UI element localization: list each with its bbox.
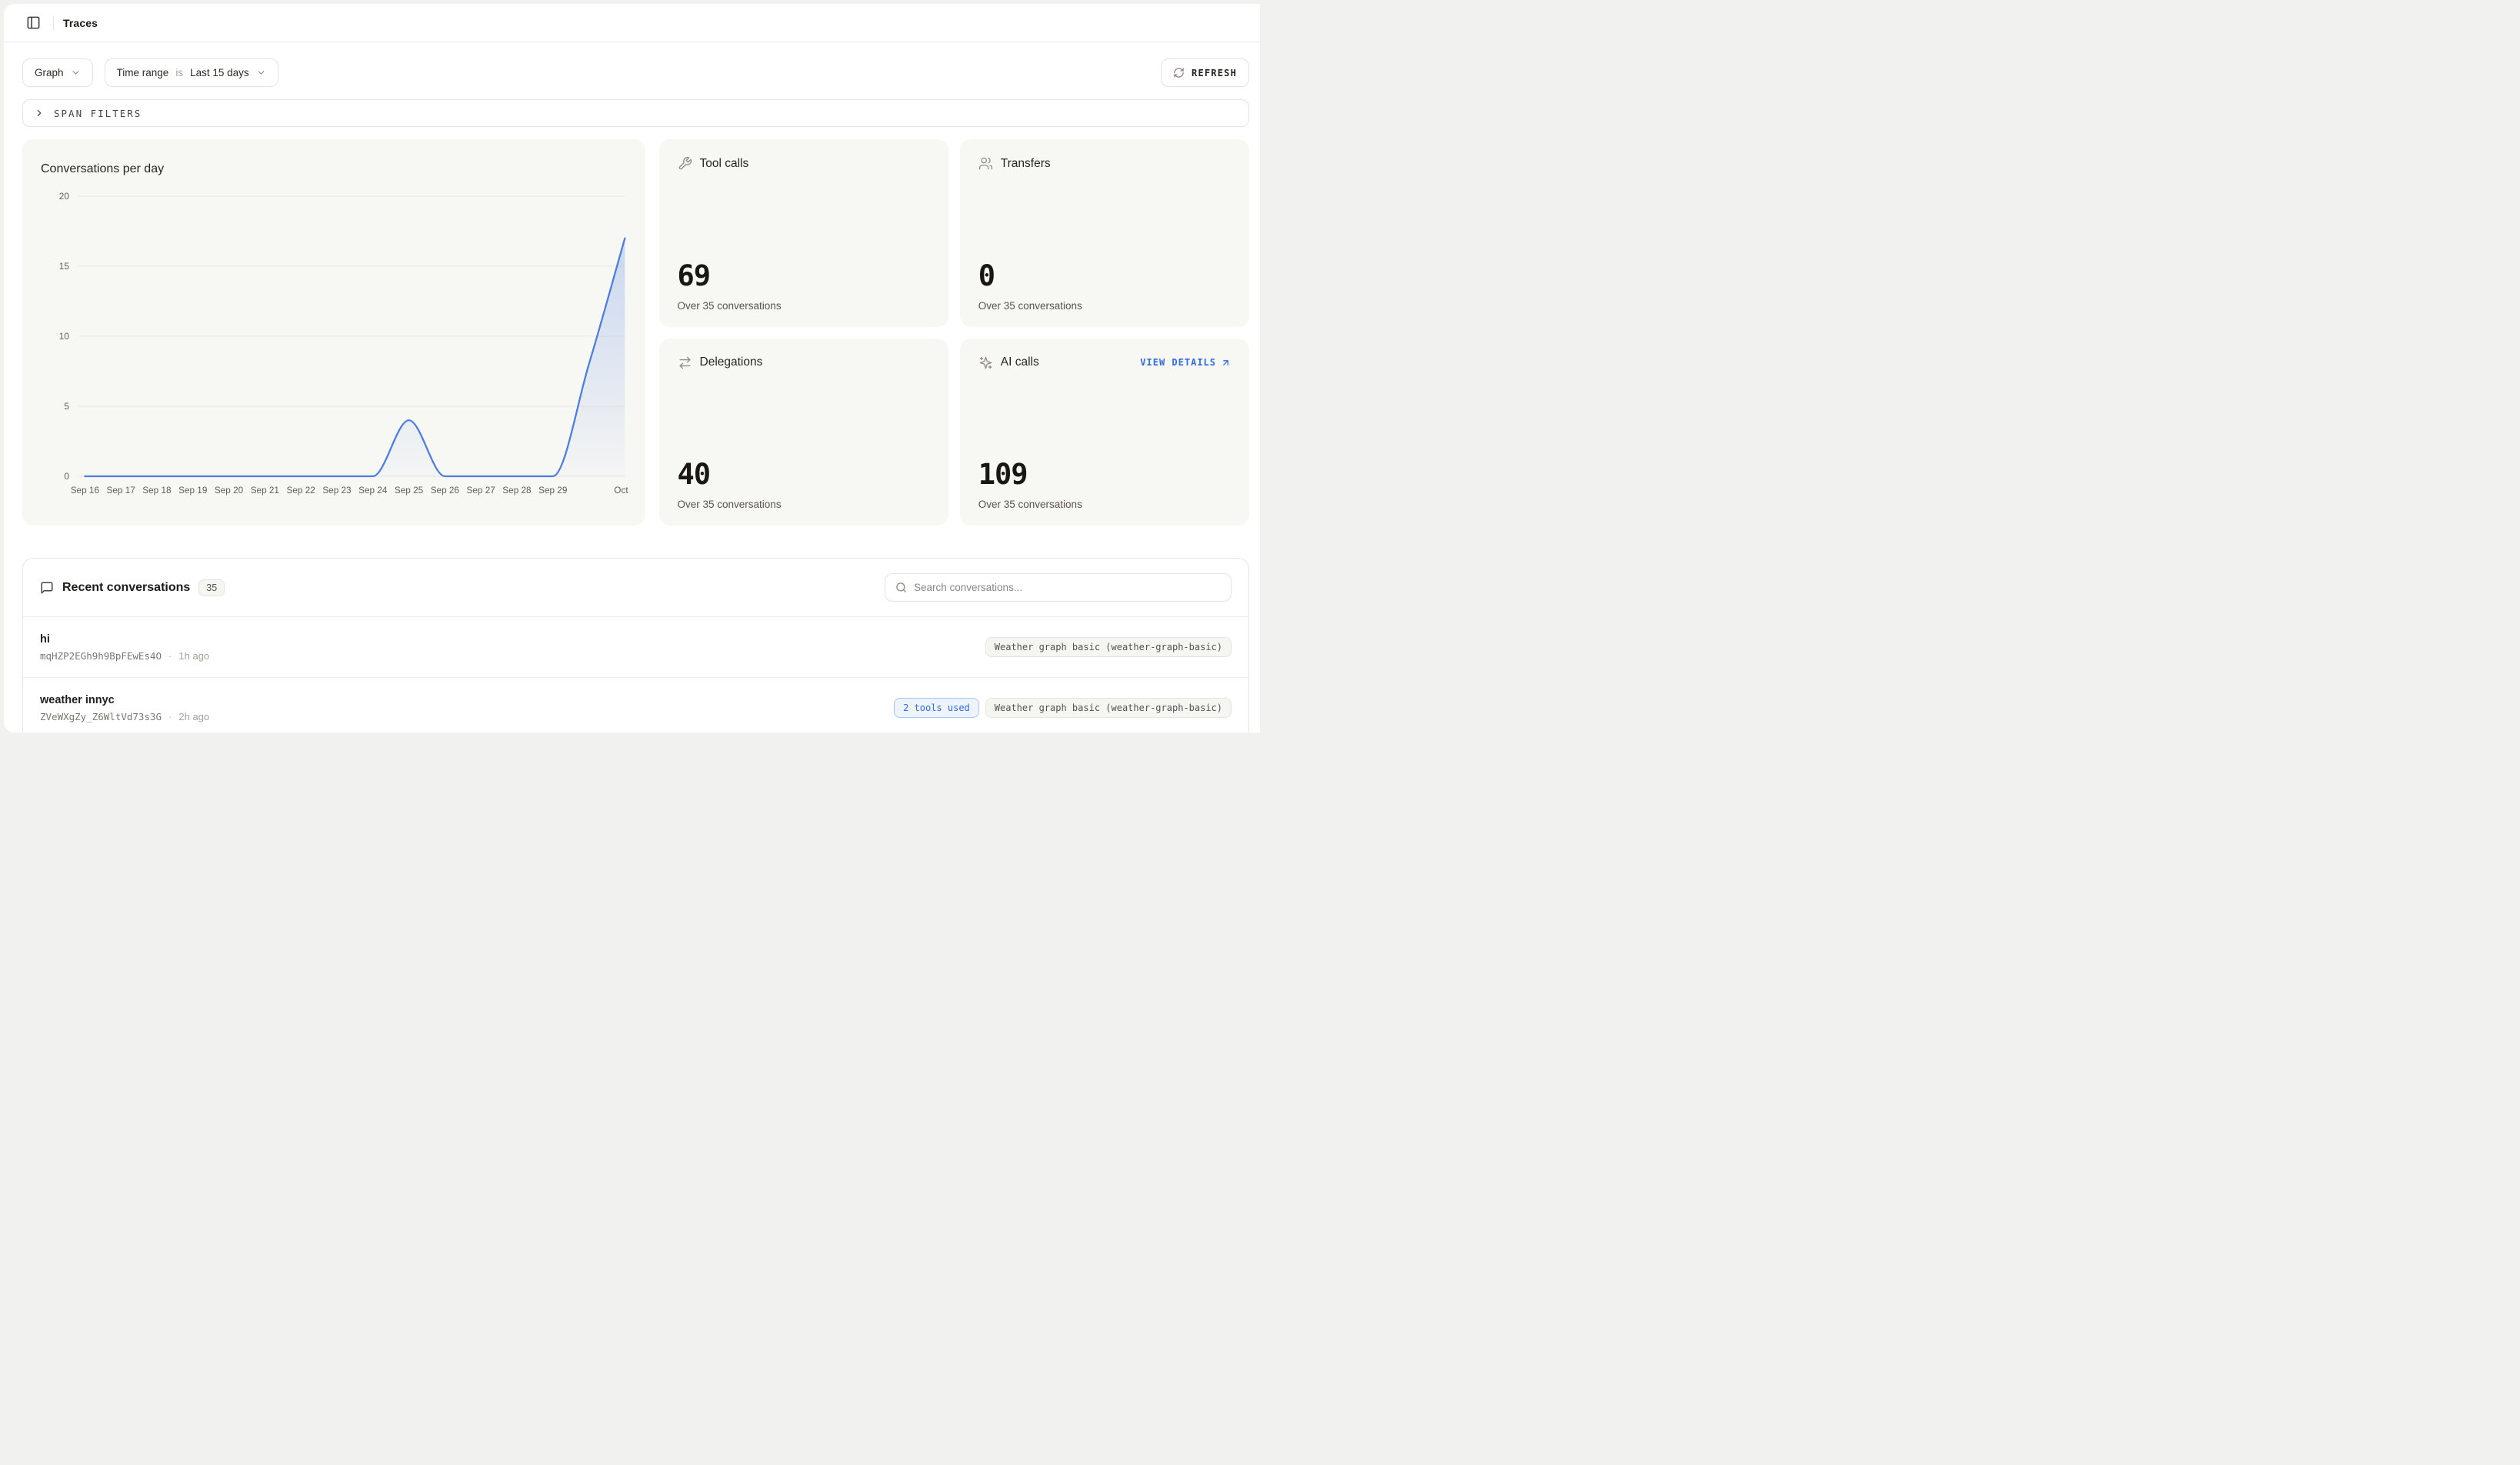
stat-card-title: AI calls	[1001, 355, 1039, 369]
svg-text:20: 20	[59, 192, 70, 202]
stat-card-value: 0	[978, 259, 1231, 292]
stat-card-tool-calls: Tool calls 69 Over 35 conversations	[659, 139, 948, 327]
chevron-down-icon	[256, 68, 266, 78]
span-filters-label: SPAN FILTERS	[54, 108, 142, 119]
stat-card-value: 69	[678, 259, 930, 292]
arrows-swap-icon	[678, 355, 692, 370]
svg-text:Sep 26: Sep 26	[431, 486, 459, 496]
refresh-button[interactable]: REFRESH	[1161, 58, 1249, 87]
svg-text:Sep 21: Sep 21	[251, 486, 279, 496]
refresh-label: REFRESH	[1192, 68, 1237, 78]
stat-card-subtitle: Over 35 conversations	[678, 300, 930, 312]
stat-card-transfers: Transfers 0 Over 35 conversations	[960, 139, 1249, 327]
panel-left-icon	[26, 15, 41, 30]
svg-text:Sep 29: Sep 29	[538, 486, 567, 496]
stat-card-value: 109	[978, 458, 1231, 491]
chevron-right-icon	[34, 108, 45, 118]
conversation-title: weather innyc	[40, 694, 209, 706]
recent-conversations-header: Recent conversations 35	[23, 559, 1248, 616]
svg-text:Sep 27: Sep 27	[467, 486, 495, 496]
stat-cards-grid: Tool calls69Over 35 conversationsTransfe…	[659, 139, 1250, 526]
arrow-up-right-icon	[1221, 358, 1231, 368]
agent-badge: Weather graph basic (weather-graph-basic…	[985, 698, 1232, 718]
conversation-id: mqHZP2EGh9h9BpFEwEs4O	[40, 650, 162, 662]
conversation-tags: Weather graph basic (weather-graph-basic…	[985, 637, 1232, 657]
wrench-icon	[678, 156, 692, 171]
conversation-row-hi[interactable]: hi mqHZP2EGh9h9BpFEwEs4O · 1h ago Weather gr…	[23, 616, 1248, 677]
search-icon	[895, 582, 907, 593]
svg-text:Sep 28: Sep 28	[502, 486, 531, 496]
users-icon	[978, 156, 993, 171]
sparkles-icon	[978, 355, 993, 370]
stat-card-ai-calls: AI calls VIEW DETAILS 109 Over 35 conversat…	[960, 339, 1249, 526]
stat-card-title: Tool calls	[700, 157, 749, 171]
stat-card-subtitle: Over 35 conversations	[978, 499, 1231, 510]
view-details-link[interactable]: VIEW DETAILS	[1140, 357, 1231, 368]
stat-card-title: Delegations	[700, 355, 763, 369]
conversation-title: hi	[40, 633, 209, 646]
stat-card-subtitle: Over 35 conversations	[678, 499, 930, 510]
svg-text:Sep 22: Sep 22	[287, 486, 315, 496]
chart-title: Conversations per day	[41, 162, 630, 176]
conversation-id: ZVeWXgZy_Z6WltVd73s3G	[40, 711, 162, 722]
svg-text:5: 5	[64, 402, 69, 412]
conversation-timestamp: 2h ago	[178, 711, 209, 722]
chevron-down-icon	[71, 68, 81, 78]
refresh-icon	[1173, 67, 1185, 78]
svg-text:Sep 17: Sep 17	[107, 486, 135, 496]
svg-text:Oct 1: Oct 1	[614, 486, 629, 496]
svg-text:Sep 24: Sep 24	[358, 486, 388, 496]
time-range-field-label: Time range	[117, 67, 169, 78]
graph-mode-dropdown[interactable]: Graph	[22, 58, 93, 87]
svg-text:Sep 23: Sep 23	[322, 486, 351, 496]
span-filters-toggle[interactable]: SPAN FILTERS	[22, 99, 1249, 127]
meta-separator: ·	[168, 711, 172, 722]
svg-text:10: 10	[59, 332, 70, 342]
stat-card-title: Transfers	[1001, 157, 1051, 171]
stat-card-value: 40	[678, 458, 930, 491]
stat-card-delegations: Delegations 40 Over 35 conversations	[659, 339, 948, 526]
top-bar: Traces	[4, 4, 1260, 42]
conversations-chart-svg: 0 5 10 15 20 Sep 16 Sep 17 Sep 18 Sep 19 Sep 20 Se…	[39, 184, 630, 501]
conversation-tags: 2 tools used Weather graph basic (weather…	[894, 698, 1232, 718]
svg-text:Sep 19: Sep 19	[178, 486, 207, 496]
message-square-icon	[40, 581, 54, 595]
tools-used-badge: 2 tools used	[894, 698, 979, 718]
stat-card-subtitle: Over 35 conversations	[978, 300, 1231, 312]
svg-text:Sep 16: Sep 16	[71, 486, 99, 496]
svg-text:Sep 18: Sep 18	[142, 486, 171, 496]
recent-conversations-card: Recent conversations 35 hi mqHZP2EGh9h9Bp…	[22, 558, 1249, 732]
view-details-label: VIEW DETAILS	[1140, 357, 1216, 368]
svg-text:0: 0	[64, 472, 69, 482]
conversation-row-weather-innyc[interactable]: weather innyc ZVeWXgZy_Z6WltVd73s3G · 2h ag…	[23, 677, 1248, 732]
dashboard-grid: Conversations per day 0 5 10 15 20 Sep 16 Sep …	[22, 139, 1249, 526]
svg-text:15: 15	[59, 262, 69, 272]
svg-text:Sep 20: Sep 20	[215, 486, 244, 496]
search-box	[885, 573, 1232, 602]
conversation-list: hi mqHZP2EGh9h9BpFEwEs4O · 1h ago Weather gr…	[23, 616, 1248, 732]
header-divider	[53, 16, 54, 30]
agent-badge: Weather graph basic (weather-graph-basic…	[985, 637, 1232, 657]
search-input[interactable]	[914, 582, 1221, 593]
graph-mode-label: Graph	[35, 67, 64, 78]
conversations-chart-card: Conversations per day 0 5 10 15 20 Sep 16 Sep …	[22, 139, 645, 526]
time-range-operator: is	[175, 67, 183, 78]
recent-conversations-title: Recent conversations	[62, 581, 190, 595]
sidebar-toggle-button[interactable]	[22, 12, 44, 34]
page-title: Traces	[63, 17, 98, 29]
time-range-dropdown[interactable]: Time range is Last 15 days	[105, 58, 278, 87]
conversation-timestamp: 1h ago	[178, 650, 209, 662]
svg-text:Sep 25: Sep 25	[395, 486, 423, 496]
meta-separator: ·	[168, 650, 172, 662]
filter-toolbar: Graph Time range is Last 15 days REFRESH	[4, 42, 1260, 87]
time-range-value: Last 15 days	[190, 67, 249, 78]
conversation-count-badge: 35	[198, 579, 225, 596]
main-panel: Traces Graph Time range is Last 15 days	[4, 4, 1260, 732]
